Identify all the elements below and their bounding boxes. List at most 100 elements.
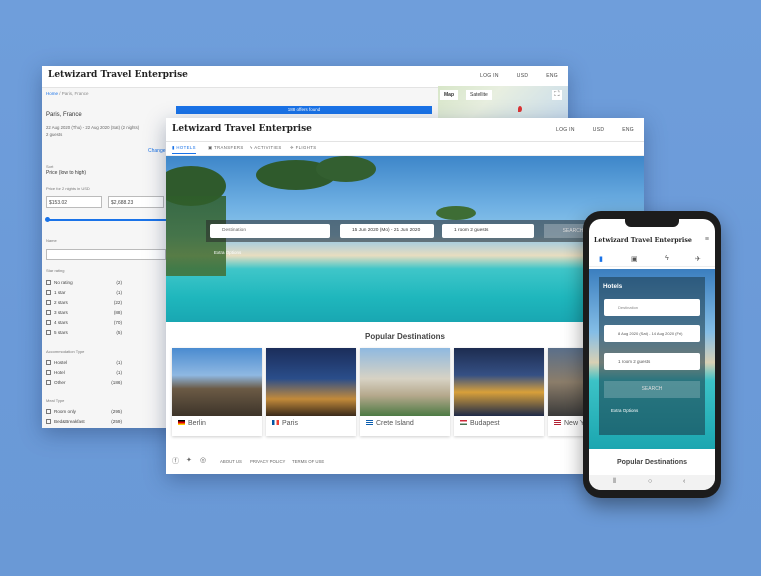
tab-hotels[interactable]: ▮ HOTELS <box>172 145 196 154</box>
crete-image <box>360 348 450 416</box>
breadcrumb-home[interactable]: Home <box>46 91 58 96</box>
filter-room-only[interactable]: Room only (295) <box>46 409 122 414</box>
offers-count-banner: 188 offers found <box>176 106 432 114</box>
change-search-button[interactable]: Change <box>148 148 166 154</box>
filter-hostel[interactable]: Hostel (1) <box>46 360 122 365</box>
login-link[interactable]: LOG IN <box>556 127 575 133</box>
checkbox[interactable] <box>46 370 51 375</box>
back-icon[interactable]: ‹ <box>683 478 685 485</box>
phone-extra-options-link[interactable]: Extra Options <box>611 408 638 413</box>
destination-card-paris[interactable]: Paris <box>266 348 356 436</box>
sort-select[interactable]: Price (low to high) <box>46 170 86 176</box>
phone-notch <box>625 219 679 227</box>
search-guests: 2 guests <box>46 132 63 137</box>
facebook-icon[interactable]: ⓕ <box>172 456 179 466</box>
satellite-tab[interactable]: Satellite <box>466 90 492 100</box>
brand-logo[interactable]: Letwizard Travel Enterprise <box>48 70 188 80</box>
currency-select[interactable]: USD <box>517 73 528 79</box>
header-nav: LOG IN USD ENG <box>556 127 634 133</box>
filter-5-stars[interactable]: 5 stars (5) <box>46 330 122 335</box>
phone-destination-input[interactable]: Destination <box>604 299 700 316</box>
plane-icon[interactable]: ✈ <box>695 255 701 263</box>
name-search-input[interactable] <box>46 249 166 260</box>
checkbox[interactable] <box>46 310 51 315</box>
phone-screen: Letwizard Travel Enterprise ≡ ▮ ▣ ϟ ✈ Ho… <box>589 219 715 490</box>
price-slider-handle[interactable] <box>45 217 50 222</box>
france-flag-icon <box>272 420 279 425</box>
footer-privacy-link[interactable]: PRIVACY POLICY <box>250 459 285 464</box>
map-tab[interactable]: Map <box>440 90 458 100</box>
checkbox[interactable] <box>46 360 51 365</box>
service-tabs: ▮ HOTELS ▣ TRANSFERS ϟ ACTIVITIES ✈ FLIG… <box>166 142 644 156</box>
bus-icon[interactable]: ▣ <box>631 255 638 263</box>
star-rating-label: Star rating <box>46 268 65 273</box>
paris-image <box>266 348 356 416</box>
destination-card-crete[interactable]: Crete Island <box>360 348 450 436</box>
hungary-flag-icon <box>460 420 467 425</box>
price-min-field[interactable]: $153.02 <box>46 196 102 208</box>
sort-label: Sort <box>46 164 54 169</box>
accommodation-label: Accommodation Type <box>46 349 85 354</box>
budapest-image <box>454 348 544 416</box>
brand-logo[interactable]: Letwizard Travel Enterprise <box>594 237 692 244</box>
map-view[interactable]: Map Satellite ⛶ <box>438 86 568 118</box>
login-link[interactable]: LOG IN <box>480 73 499 79</box>
dates-input[interactable]: 15 Jun 2020 (Mo) - 21 Jun 2020 <box>340 224 434 238</box>
filter-hotel[interactable]: Hotel (1) <box>46 370 122 375</box>
phone-mockup: Letwizard Travel Enterprise ≡ ▮ ▣ ϟ ✈ Ho… <box>583 211 721 498</box>
tab-activities[interactable]: ϟ ACTIVITIES <box>250 145 282 150</box>
price-slider-track[interactable] <box>46 219 166 221</box>
instagram-icon[interactable]: ◎ <box>200 456 206 464</box>
search-dates: 22 Aug 2020 (Thu) - 22 Aug 2020 (Sat) (2… <box>46 125 140 130</box>
filter-bed-breakfast[interactable]: Bed&Breakfast (259) <box>46 419 122 424</box>
filter-other[interactable]: Other (186) <box>46 380 122 385</box>
tab-flights[interactable]: ✈ FLIGHTS <box>290 145 317 151</box>
checkbox[interactable] <box>46 280 51 285</box>
germany-flag-icon <box>178 420 185 425</box>
filter-2-stars[interactable]: 2 stars (22) <box>46 300 122 305</box>
home-window: Letwizard Travel Enterprise LOG IN USD E… <box>166 118 644 474</box>
checkbox[interactable] <box>46 300 51 305</box>
footer-terms-link[interactable]: TERMS OF USE <box>292 459 324 464</box>
extra-options-link[interactable]: Extra Options <box>214 250 241 255</box>
palm-foliage <box>436 206 476 220</box>
destination-card-budapest[interactable]: Budapest <box>454 348 544 436</box>
home-icon[interactable]: ○ <box>648 478 652 485</box>
checkbox[interactable] <box>46 419 51 424</box>
destination-input[interactable]: Destination <box>210 224 330 238</box>
guests-input[interactable]: 1 room 2 guests <box>442 224 534 238</box>
breadcrumb-current: Paris, France <box>61 91 89 96</box>
footer-about-link[interactable]: ABOUT US <box>220 459 242 464</box>
fullscreen-icon[interactable]: ⛶ <box>552 90 562 100</box>
recents-icon[interactable]: ⦀ <box>613 478 616 486</box>
phone-guests-input[interactable]: 1 room 2 guests <box>604 353 700 370</box>
checkbox[interactable] <box>46 380 51 385</box>
language-select[interactable]: ENG <box>546 73 558 79</box>
destination-card-berlin[interactable]: Berlin <box>172 348 262 436</box>
filter-3-stars[interactable]: 3 stars (88) <box>46 310 122 315</box>
twitter-icon[interactable]: ✦ <box>186 456 192 464</box>
activity-icon[interactable]: ϟ <box>665 255 669 262</box>
greece-flag-icon <box>366 420 373 425</box>
price-max-field[interactable]: $2,688.23 <box>108 196 164 208</box>
checkbox[interactable] <box>46 320 51 325</box>
filter-no-rating[interactable]: No rating (2) <box>46 280 122 285</box>
filter-1-star[interactable]: 1 star (1) <box>46 290 122 295</box>
brand-logo[interactable]: Letwizard Travel Enterprise <box>172 124 312 134</box>
header-nav: LOG IN USD ENG <box>480 73 558 79</box>
checkbox[interactable] <box>46 330 51 335</box>
map-pin-icon[interactable] <box>518 106 522 112</box>
currency-select[interactable]: USD <box>593 127 604 133</box>
language-select[interactable]: ENG <box>622 127 634 133</box>
menu-icon[interactable]: ≡ <box>705 236 709 243</box>
phone-search-button[interactable]: SEARCH <box>604 381 700 398</box>
tab-transfers[interactable]: ▣ TRANSFERS <box>208 145 244 151</box>
checkbox[interactable] <box>46 409 51 414</box>
breadcrumb: Home / Paris, France <box>46 91 89 96</box>
filter-4-stars[interactable]: 4 stars (70) <box>46 320 122 325</box>
hotels-heading: Hotels <box>603 283 623 290</box>
phone-dates-input[interactable]: 8 Aug 2020 (Sat) - 14 Aug 2020 (Fri) <box>604 325 700 342</box>
hotel-icon[interactable]: ▮ <box>599 255 603 263</box>
checkbox[interactable] <box>46 290 51 295</box>
results-header: Letwizard Travel Enterprise LOG IN USD E… <box>42 66 568 88</box>
